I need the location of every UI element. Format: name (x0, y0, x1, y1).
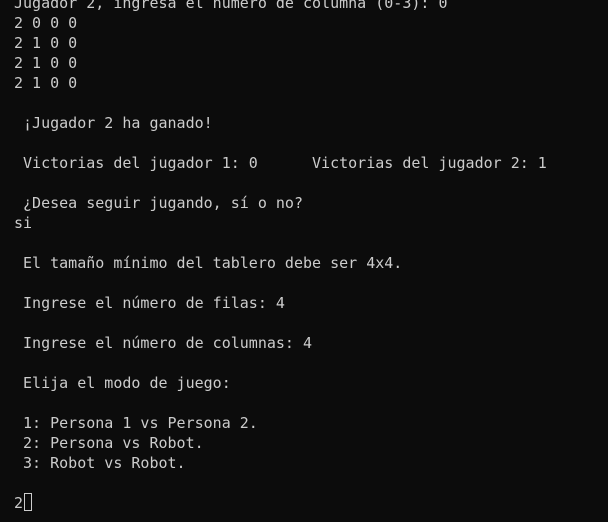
rows-prompt: Ingrese el número de filas: 4 (14, 294, 285, 312)
game-mode-option: 1: Persona 1 vs Persona 2. (14, 414, 258, 432)
board-row: 2 1 0 0 (14, 54, 78, 72)
board-row: 2 1 0 0 (14, 74, 78, 92)
user-input-line: si (14, 214, 33, 232)
column-prompt-line: Jugador 2, ingresa el número de columna … (14, 0, 448, 12)
board-row: 2 1 0 0 (14, 34, 78, 52)
text-cursor (24, 493, 32, 511)
winner-message: ¡Jugador 2 ha ganado! (14, 114, 213, 132)
columns-prompt: Ingrese el número de columnas: 4 (14, 334, 313, 352)
board-row: 2 0 0 0 (14, 14, 78, 32)
current-input-line[interactable]: 2 (14, 493, 23, 513)
board-size-message: El tamaño mínimo del tablero debe ser 4x… (14, 254, 403, 272)
game-mode-prompt: Elija el modo de juego: (14, 374, 231, 392)
continue-prompt: ¿Desea seguir jugando, sí o no? (14, 194, 303, 212)
game-mode-option: 3: Robot vs Robot. (14, 454, 186, 472)
game-mode-option: 2: Persona vs Robot. (14, 434, 204, 452)
victories-line: Victorias del jugador 1: 0 Victorias del… (14, 154, 547, 172)
terminal-window[interactable]: Jugador 2, ingresa el número de columna … (0, 0, 608, 522)
